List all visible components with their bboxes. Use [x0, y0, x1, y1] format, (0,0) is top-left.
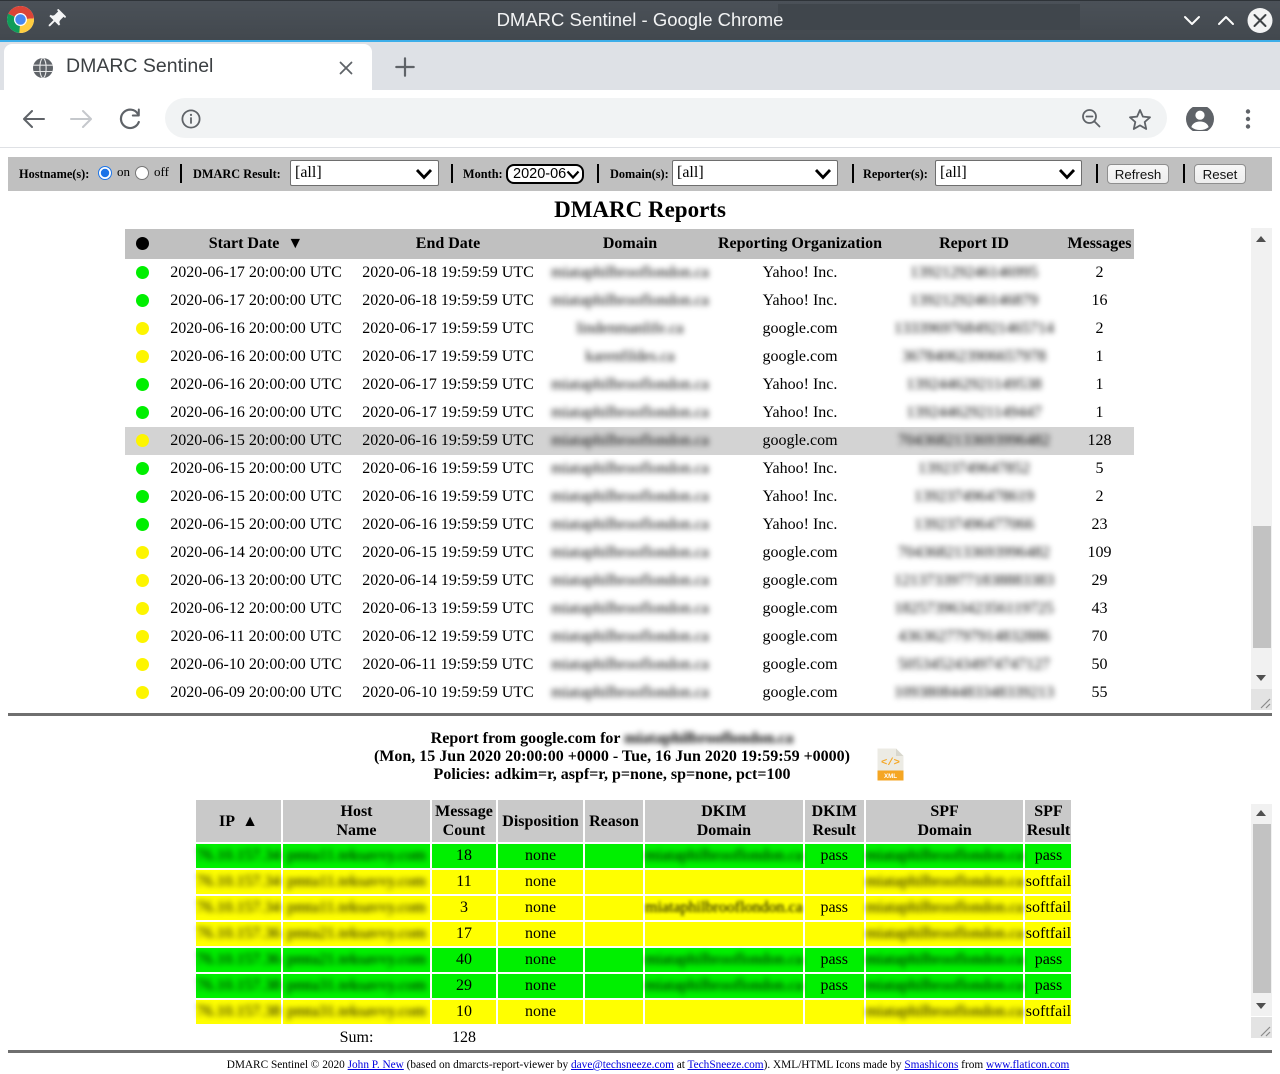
svg-text:</>: </>	[881, 757, 900, 769]
svg-text:XML: XML	[884, 773, 897, 780]
